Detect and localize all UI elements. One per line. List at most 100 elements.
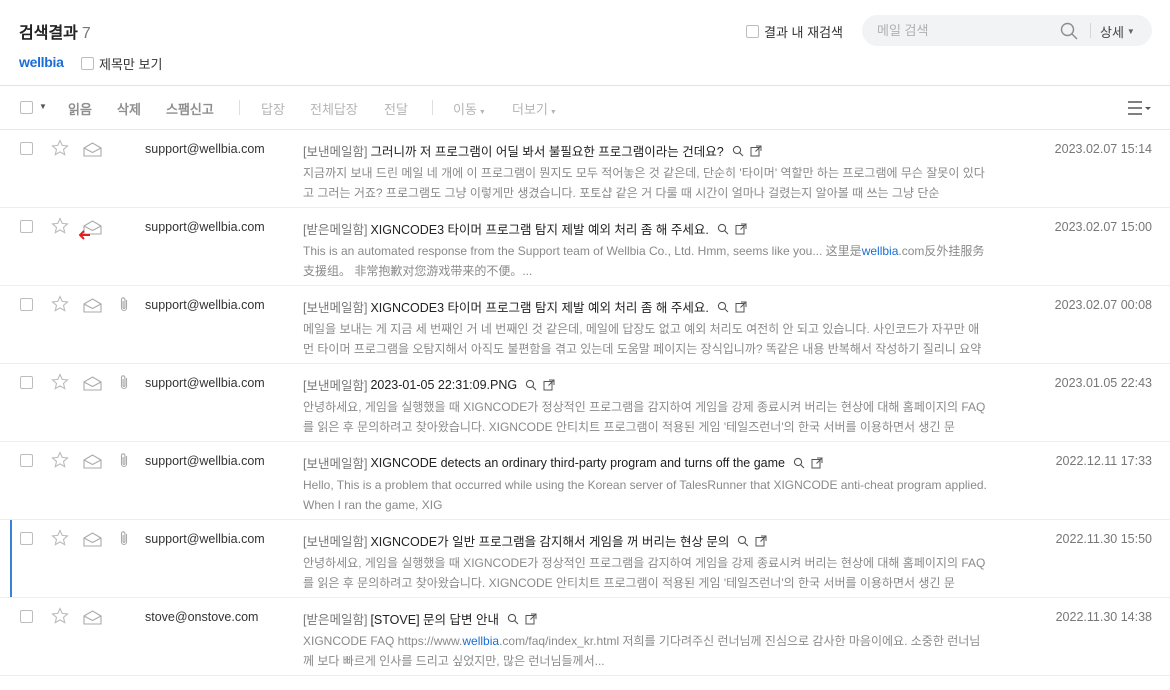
subject-text[interactable]: XIGNCODE3 타이머 프로그램 탐지 제발 예외 처리 좀 해 주세요. [370, 219, 708, 238]
envelope-open-icon[interactable] [83, 298, 102, 313]
preview-text: This is an automated response from the S… [303, 244, 862, 258]
search-header: 검색결과7 wellbia 제목만 보기 결과 내 재검색 상세▼ [0, 0, 1170, 86]
sender[interactable]: support@wellbia.com [145, 142, 265, 156]
attachment-icon [120, 297, 128, 312]
subject-text[interactable]: [STOVE] 문의 답변 안내 [370, 609, 499, 628]
open-new-window-icon[interactable] [750, 145, 762, 157]
subject-only-toggle[interactable]: 제목만 보기 [81, 54, 162, 73]
move-button[interactable]: 이동 ▼ [453, 99, 486, 118]
sender[interactable]: support@wellbia.com [145, 532, 265, 546]
search-icon[interactable] [1060, 22, 1078, 40]
search-icon[interactable] [732, 145, 744, 157]
subject-text[interactable]: 2023-01-05 22:31:09.PNG [370, 378, 517, 392]
open-new-window-icon[interactable] [811, 457, 823, 469]
page-title: 검색결과 7 [19, 19, 91, 43]
mail-row[interactable]: support@wellbia.com [보낸메일함] 2023-01-05 2… [0, 364, 1170, 442]
search-icon[interactable] [717, 301, 729, 313]
star-icon[interactable] [51, 295, 69, 313]
search-icon[interactable] [717, 223, 729, 235]
sender[interactable]: support@wellbia.com [145, 376, 265, 390]
mark-read-button[interactable]: 읽음 [68, 99, 92, 118]
delete-button[interactable]: 삭제 [117, 99, 141, 118]
mail-row[interactable]: support@wellbia.com [보낸메일함] XIGNCODE det… [0, 442, 1170, 520]
envelope-open-icon[interactable] [83, 142, 102, 157]
row-checkbox[interactable] [20, 298, 33, 311]
search-icon[interactable] [525, 379, 537, 391]
forward-button[interactable]: 전달 [384, 99, 408, 118]
detail-search-button[interactable]: 상세 ▼ [1100, 22, 1135, 41]
row-checkbox[interactable] [20, 454, 33, 467]
search-icon[interactable] [793, 457, 805, 469]
row-checkbox[interactable] [20, 376, 33, 389]
preview-text: 안녕하세요, 게임을 실행했을 때 XIGNCODE가 정상적인 프로그램을 감… [303, 556, 986, 590]
search-keyword-tag[interactable]: wellbia [19, 54, 64, 70]
subject-only-checkbox[interactable] [81, 57, 94, 70]
mail-preview: XIGNCODE FAQ https://www.wellbia.com/faq… [303, 631, 988, 671]
envelope-open-icon[interactable] [83, 376, 102, 391]
more-label: 더보기 [512, 102, 548, 117]
star-icon[interactable] [51, 607, 69, 625]
open-new-window-icon[interactable] [735, 301, 747, 313]
sender[interactable]: support@wellbia.com [145, 454, 265, 468]
mail-subject[interactable]: [보낸메일함] 그러니까 저 프로그램이 어딜 봐서 불필요한 프로그램이라는 … [303, 141, 762, 160]
reply-button[interactable]: 답장 [261, 99, 285, 118]
mail-subject[interactable]: [보낸메일함] 2023-01-05 22:31:09.PNG [303, 375, 555, 394]
search-icon[interactable] [737, 535, 749, 547]
subject-text[interactable]: XIGNCODE3 타이머 프로그램 탐지 제발 예외 처리 좀 해 주세요. [370, 297, 708, 316]
mail-row[interactable]: support@wellbia.com [받은메일함] XIGNCODE3 타이… [0, 208, 1170, 286]
replied-arrow-icon [79, 230, 90, 240]
mail-toolbar: ▼ 읽음 삭제 스팸신고 답장 전체답장 전달 이동 ▼ 더보기 ▼ [0, 86, 1170, 130]
folder-tag: [보낸메일함] [303, 379, 368, 393]
mail-preview: This is an automated response from the S… [303, 241, 988, 281]
rescan-toggle[interactable]: 결과 내 재검색 [746, 22, 843, 41]
star-icon[interactable] [51, 373, 69, 391]
row-checkbox[interactable] [20, 220, 33, 233]
folder-tag: [보낸메일함] [303, 457, 368, 471]
mail-row[interactable]: support@wellbia.com [보낸메일함] XIGNCODE가 일반… [0, 520, 1170, 598]
rescan-checkbox[interactable] [746, 25, 759, 38]
row-checkbox[interactable] [20, 142, 33, 155]
chevron-down-icon[interactable]: ▼ [39, 102, 47, 111]
open-new-window-icon[interactable] [543, 379, 555, 391]
subject-text[interactable]: XIGNCODE detects an ordinary third-party… [370, 456, 785, 470]
page-title-text: 검색결과 [19, 25, 78, 42]
star-icon[interactable] [51, 217, 69, 235]
more-button[interactable]: 더보기 ▼ [512, 99, 557, 118]
preview-text: XIGNCODE FAQ https://www. [303, 634, 463, 648]
star-icon[interactable] [51, 451, 69, 469]
spam-report-button[interactable]: 스팸신고 [166, 99, 214, 118]
subject-text[interactable]: 그러니까 저 프로그램이 어딜 봐서 불필요한 프로그램이라는 건데요? [370, 141, 723, 160]
sender[interactable]: support@wellbia.com [145, 298, 265, 312]
sender[interactable]: stove@onstove.com [145, 610, 258, 624]
select-all-checkbox[interactable] [20, 101, 33, 114]
search-icon[interactable] [507, 613, 519, 625]
list-view-menu-icon[interactable] [1126, 99, 1152, 117]
mail-subject[interactable]: [받은메일함] XIGNCODE3 타이머 프로그램 탐지 제발 예외 처리 좀… [303, 219, 747, 238]
folder-tag: [보낸메일함] [303, 535, 368, 549]
mail-subject[interactable]: [보낸메일함] XIGNCODE가 일반 프로그램을 감지해서 게임을 꺼 버리… [303, 531, 767, 550]
mail-row[interactable]: support@wellbia.com [보낸메일함] 그러니까 저 프로그램이… [0, 130, 1170, 208]
star-icon[interactable] [51, 139, 69, 157]
sender[interactable]: support@wellbia.com [145, 220, 265, 234]
row-checkbox[interactable] [20, 610, 33, 623]
envelope-open-icon[interactable] [83, 532, 102, 547]
star-icon[interactable] [51, 529, 69, 547]
mail-subject[interactable]: [보낸메일함] XIGNCODE3 타이머 프로그램 탐지 제발 예외 처리 좀… [303, 297, 747, 316]
reply-all-button[interactable]: 전체답장 [310, 99, 358, 118]
open-new-window-icon[interactable] [525, 613, 537, 625]
mail-subject[interactable]: [받은메일함] [STOVE] 문의 답변 안내 [303, 609, 537, 628]
envelope-open-icon[interactable] [83, 610, 102, 625]
row-checkbox[interactable] [20, 532, 33, 545]
subject-text[interactable]: XIGNCODE가 일반 프로그램을 감지해서 게임을 꺼 버리는 현상 문의 [370, 531, 729, 550]
preview-text: 지금까지 보내 드린 메일 네 개에 이 프로그램이 뭔지도 모두 적어놓은 것… [303, 166, 985, 200]
preview-text: Hello, This is a problem that occurred w… [303, 478, 987, 512]
mail-row[interactable]: stove@onstove.com [받은메일함] [STOVE] 문의 답변 … [0, 598, 1170, 676]
mail-row[interactable]: support@wellbia.com [보낸메일함] XIGNCODE3 타이… [0, 286, 1170, 364]
open-new-window-icon[interactable] [735, 223, 747, 235]
chevron-down-icon: ▼ [549, 109, 557, 116]
divider [239, 100, 240, 115]
mail-subject[interactable]: [보낸메일함] XIGNCODE detects an ordinary thi… [303, 453, 823, 472]
envelope-open-icon[interactable] [83, 454, 102, 469]
open-new-window-icon[interactable] [755, 535, 767, 547]
search-input[interactable] [877, 21, 1057, 40]
